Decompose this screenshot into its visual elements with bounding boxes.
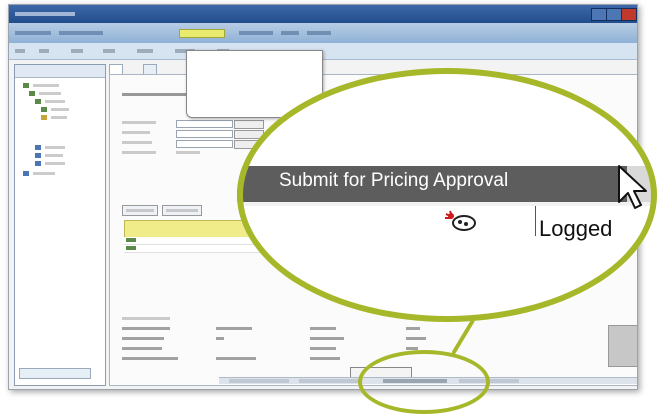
detail-label xyxy=(310,347,336,350)
tree-header xyxy=(15,65,105,78)
detail-value xyxy=(216,357,256,360)
menu-item[interactable] xyxy=(103,49,115,53)
field-value xyxy=(176,151,200,154)
detail-value xyxy=(216,337,224,340)
details-heading xyxy=(122,317,170,320)
folder-icon xyxy=(35,99,41,105)
detail-label xyxy=(122,337,164,340)
folder-icon xyxy=(29,91,35,97)
detail-label xyxy=(122,357,178,360)
tree-node[interactable] xyxy=(35,145,43,151)
tree-node-label xyxy=(33,172,55,175)
tree-node-label xyxy=(45,146,65,149)
folder-icon xyxy=(41,115,47,121)
field-label xyxy=(122,151,156,154)
folder-icon xyxy=(41,107,47,113)
folder-icon xyxy=(23,171,29,177)
row-status xyxy=(126,238,136,242)
field-button[interactable] xyxy=(234,120,264,129)
field-label xyxy=(122,141,152,144)
tree-node-label xyxy=(45,162,65,165)
menu-item[interactable] xyxy=(15,49,25,53)
window-title-bar xyxy=(9,5,637,23)
nav-item[interactable] xyxy=(281,31,299,35)
field-label xyxy=(122,121,156,124)
navigation-tree xyxy=(14,64,106,386)
side-action-button[interactable] xyxy=(608,325,637,367)
folder-icon xyxy=(35,161,41,167)
tree-node[interactable] xyxy=(23,83,31,89)
tree-node[interactable] xyxy=(23,171,31,177)
detail-label xyxy=(310,327,336,330)
tree-node-label xyxy=(39,92,61,95)
field-input[interactable] xyxy=(176,130,233,138)
minimize-button[interactable] xyxy=(591,8,607,21)
menu-item[interactable] xyxy=(39,49,49,53)
menu-item[interactable] xyxy=(71,49,83,53)
detail-label xyxy=(122,327,170,330)
navigation-bar xyxy=(9,23,637,43)
tutorial-screenshot: Submit for Pricing Approval Logged xyxy=(0,0,670,420)
tree-node-label xyxy=(51,108,69,111)
tree-node-label xyxy=(51,116,67,119)
nav-item[interactable] xyxy=(59,31,103,35)
toolbar-segment[interactable] xyxy=(229,379,289,383)
highlight-circle xyxy=(358,350,490,414)
menu-bar xyxy=(9,43,637,60)
tree-node[interactable] xyxy=(35,99,43,105)
folder-icon xyxy=(35,145,41,151)
folder-icon xyxy=(23,83,29,89)
nav-item[interactable] xyxy=(15,31,51,35)
field-input[interactable] xyxy=(176,140,233,148)
nav-item[interactable] xyxy=(307,31,331,35)
tree-node[interactable] xyxy=(35,153,43,159)
detail-value xyxy=(406,327,420,330)
window-title xyxy=(15,12,75,16)
tree-node[interactable] xyxy=(41,115,49,121)
nav-item[interactable] xyxy=(239,31,273,35)
tree-node-label xyxy=(33,84,59,87)
tab-products[interactable] xyxy=(122,205,158,216)
tree-node-label xyxy=(45,100,65,103)
detail-value xyxy=(406,337,426,340)
folder-icon xyxy=(35,153,41,159)
tree-node-label xyxy=(45,154,63,157)
detail-label xyxy=(310,357,340,360)
maximize-button[interactable] xyxy=(606,8,622,21)
toolbar-segment[interactable] xyxy=(299,379,359,383)
tab-products-secondary[interactable] xyxy=(162,205,202,216)
menu-item[interactable] xyxy=(137,49,153,53)
tree-footer-control[interactable] xyxy=(19,368,91,379)
tree-node[interactable] xyxy=(41,107,49,113)
detail-value xyxy=(216,327,252,330)
row-status xyxy=(126,246,136,250)
detail-label xyxy=(310,337,344,340)
nav-item-highlighted[interactable] xyxy=(179,29,225,38)
detail-label xyxy=(122,347,162,350)
tree-node[interactable] xyxy=(29,91,37,97)
field-label xyxy=(122,131,150,134)
field-input[interactable] xyxy=(176,120,233,128)
close-button[interactable] xyxy=(621,8,637,21)
tree-node[interactable] xyxy=(35,161,43,167)
magnifier-ring xyxy=(237,68,657,322)
